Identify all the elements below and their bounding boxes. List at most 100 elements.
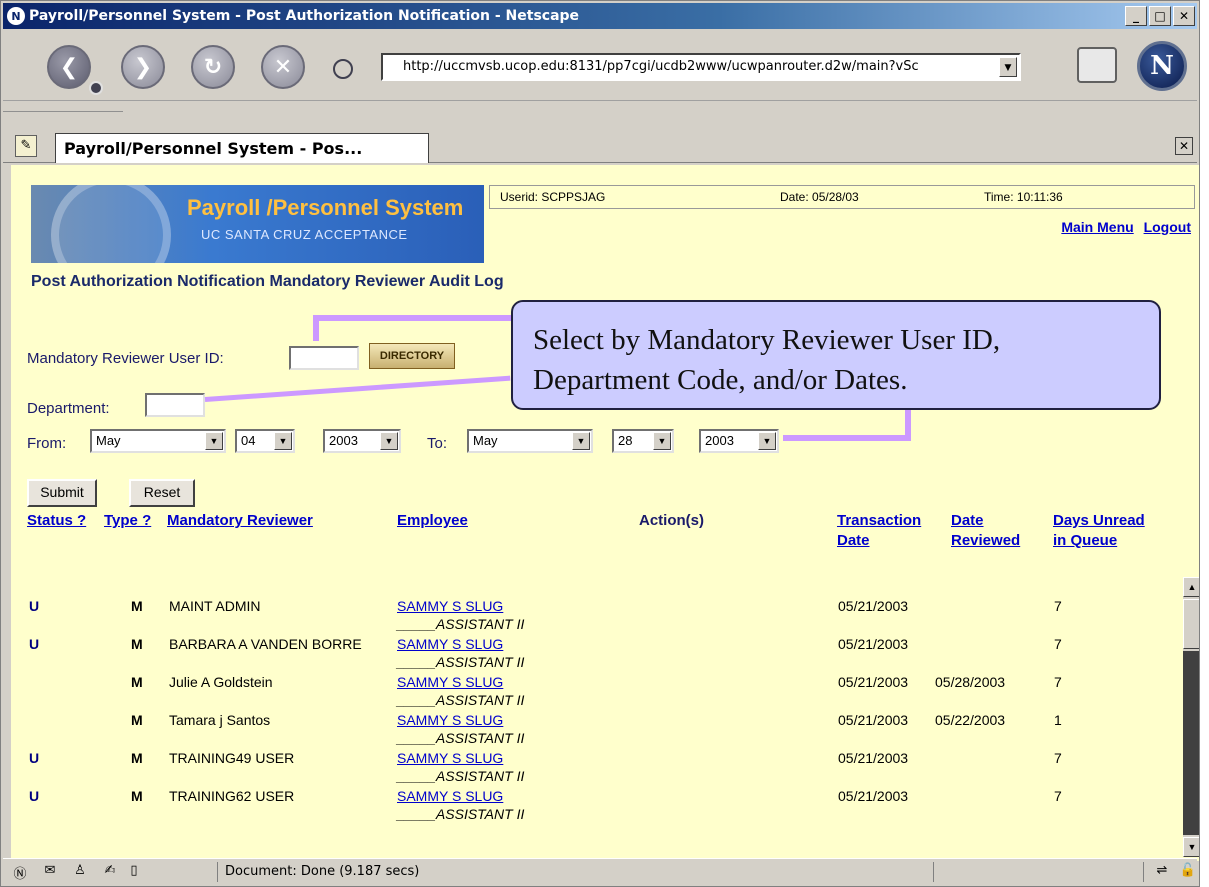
employee-link[interactable]: SAMMY S SLUG — [397, 788, 503, 804]
transaction-date-cell: 05/21/2003 — [838, 636, 909, 652]
date-text: Date: 05/28/03 — [780, 190, 859, 204]
col-date-reviewed-line2: Reviewed — [951, 532, 1021, 549]
employee-title-cell: _____ASSISTANT II — [397, 654, 525, 670]
reviewer-id-label: Mandatory Reviewer User ID: — [27, 350, 224, 367]
status-divider — [217, 862, 218, 882]
col-reviewer[interactable]: Mandatory Reviewer — [167, 511, 313, 531]
close-tab-icon[interactable]: ✕ — [1175, 137, 1193, 155]
chevron-down-icon: ▼ — [205, 432, 223, 450]
employee-link[interactable]: SAMMY S SLUG — [397, 636, 503, 652]
col-type[interactable]: Type ? — [104, 511, 151, 531]
top-links: Main Menu Logout — [1055, 219, 1191, 235]
type-cell: M — [131, 750, 143, 766]
url-dropdown-icon[interactable]: ▼ — [999, 57, 1017, 77]
address-book-icon[interactable]: ▯ — [125, 863, 143, 881]
netscape-logo-icon[interactable]: N — [1137, 41, 1187, 91]
status-bar: Ⓝ ✉ ♙ ✍ ▯ Document: Done (9.187 secs) ⇌ … — [3, 858, 1197, 884]
employee-link[interactable]: SAMMY S SLUG — [397, 598, 503, 614]
status-cell: U — [29, 636, 40, 652]
col-days-unread[interactable]: Days Unread in Queue — [1053, 511, 1145, 551]
close-window-button[interactable]: ✕ — [1173, 6, 1195, 26]
tab-bar: ✎ Payroll/Personnel System - Pos... ✕ — [3, 129, 1197, 163]
employee-link[interactable]: SAMMY S SLUG — [397, 674, 503, 690]
table-row: U M BARBARA A VANDEN BORRE SAMMY S SLUG ____… — [11, 636, 1181, 674]
composer-icon[interactable]: ✍ — [101, 863, 119, 881]
url-text: http://uccmvsb.ucop.edu:8131/pp7cgi/ucdb… — [403, 59, 919, 74]
from-day-select[interactable]: 04 ▼ — [235, 429, 295, 453]
to-month-select[interactable]: May ▼ — [467, 429, 593, 453]
scroll-down-icon[interactable]: ▼ — [1183, 837, 1199, 857]
submit-button[interactable]: Submit — [27, 479, 97, 507]
status-cell: U — [29, 750, 40, 766]
to-year-select[interactable]: 2003 ▼ — [699, 429, 779, 453]
scroll-thumb[interactable] — [1183, 599, 1199, 649]
employee-title-cell: _____ASSISTANT II — [397, 806, 525, 822]
to-month-value: May — [473, 433, 498, 448]
url-input[interactable]: http://uccmvsb.ucop.edu:8131/pp7cgi/ucdb… — [381, 53, 1021, 81]
page-content: Payroll /Personnel System UC SANTA CRUZ … — [11, 165, 1199, 861]
transaction-date-cell: 05/21/2003 — [838, 712, 909, 728]
page-proxy-icon[interactable] — [333, 59, 353, 79]
security-lock-icon[interactable]: 🔓 — [1179, 863, 1197, 881]
transaction-date-cell: 05/21/2003 — [838, 750, 909, 766]
type-cell: M — [131, 636, 143, 652]
minimize-button[interactable]: _ — [1125, 6, 1147, 26]
reviewer-cell: TRAINING49 USER — [169, 750, 295, 766]
employee-link[interactable]: SAMMY S SLUG — [397, 712, 503, 728]
to-day-select[interactable]: 28 ▼ — [612, 429, 674, 453]
online-status-icon[interactable]: ⇌ — [1149, 863, 1175, 881]
col-employee[interactable]: Employee — [397, 511, 468, 531]
tab-payroll[interactable]: Payroll/Personnel System - Pos... — [55, 133, 429, 163]
main-menu-link[interactable]: Main Menu — [1061, 219, 1133, 235]
scroll-up-icon[interactable]: ▲ — [1183, 577, 1199, 597]
instruction-callout: Select by Mandatory Reviewer User ID, De… — [511, 300, 1161, 410]
employee-title-cell: _____ASSISTANT II — [397, 768, 525, 784]
table-row: M Tamara j Santos SAMMY S SLUG _____ASSISTA… — [11, 712, 1181, 750]
date-reviewed-cell: 05/28/2003 — [935, 674, 1006, 690]
col-transaction-date[interactable]: Transaction Date — [837, 511, 921, 551]
col-date-reviewed[interactable]: Date Reviewed — [951, 511, 1020, 551]
status-cell: U — [29, 598, 40, 614]
instant-messenger-icon[interactable]: ♙ — [71, 863, 89, 881]
stop-button[interactable]: ✕ — [261, 45, 305, 89]
reviewer-id-input[interactable] — [289, 346, 359, 370]
col-days-unread-line1: Days Unread — [1053, 512, 1145, 529]
logo-subtitle: UC SANTA CRUZ ACCEPTANCE — [201, 227, 408, 242]
reload-icon: ↻ — [203, 54, 223, 80]
back-history-dropdown-icon[interactable] — [89, 81, 103, 95]
employee-title-cell: _____ASSISTANT II — [397, 730, 525, 746]
days-unread-cell: 7 — [1054, 598, 1062, 614]
from-month-select[interactable]: May ▼ — [90, 429, 226, 453]
department-input[interactable] — [145, 393, 205, 417]
reset-button[interactable]: Reset — [129, 479, 195, 507]
back-arrow-icon: ❮ — [59, 54, 79, 80]
from-year-select[interactable]: 2003 ▼ — [323, 429, 401, 453]
window-title: Payroll/Personnel System - Post Authoriz… — [29, 8, 580, 24]
callout-arrow-top — [313, 315, 513, 321]
new-tab-icon[interactable]: ✎ — [15, 135, 37, 157]
mail-icon[interactable]: ✉ — [41, 863, 59, 881]
print-icon[interactable] — [1077, 47, 1117, 83]
forward-button[interactable]: ❯ — [121, 45, 165, 89]
col-date-reviewed-line1: Date — [951, 512, 984, 529]
reviewer-cell: Tamara j Santos — [169, 712, 271, 728]
directory-button[interactable]: DIRECTORY — [369, 343, 455, 369]
scroll-track[interactable] — [1183, 651, 1199, 835]
logout-link[interactable]: Logout — [1144, 219, 1191, 235]
employee-link[interactable]: SAMMY S SLUG — [397, 750, 503, 766]
title-bar[interactable]: N Payroll/Personnel System - Post Author… — [3, 3, 1197, 29]
type-cell: M — [131, 674, 143, 690]
transaction-date-cell: 05/21/2003 — [838, 788, 909, 804]
maximize-button[interactable]: □ — [1149, 6, 1171, 26]
netscape-status-icon[interactable]: Ⓝ — [11, 863, 29, 882]
browser-window: N Payroll/Personnel System - Post Author… — [0, 0, 1200, 887]
time-text: Time: 10:11:36 — [984, 190, 1063, 204]
vertical-scrollbar[interactable]: ▲ ▼ — [1183, 577, 1199, 857]
reload-button[interactable]: ↻ — [191, 45, 235, 89]
callout-arrow-right — [783, 435, 911, 441]
callout-arrow-top-down — [313, 315, 319, 341]
stop-icon: ✕ — [273, 54, 293, 80]
back-button[interactable]: ❮ — [47, 45, 91, 89]
col-status[interactable]: Status ? — [27, 511, 86, 531]
reviewer-cell: MAINT ADMIN — [169, 598, 261, 614]
